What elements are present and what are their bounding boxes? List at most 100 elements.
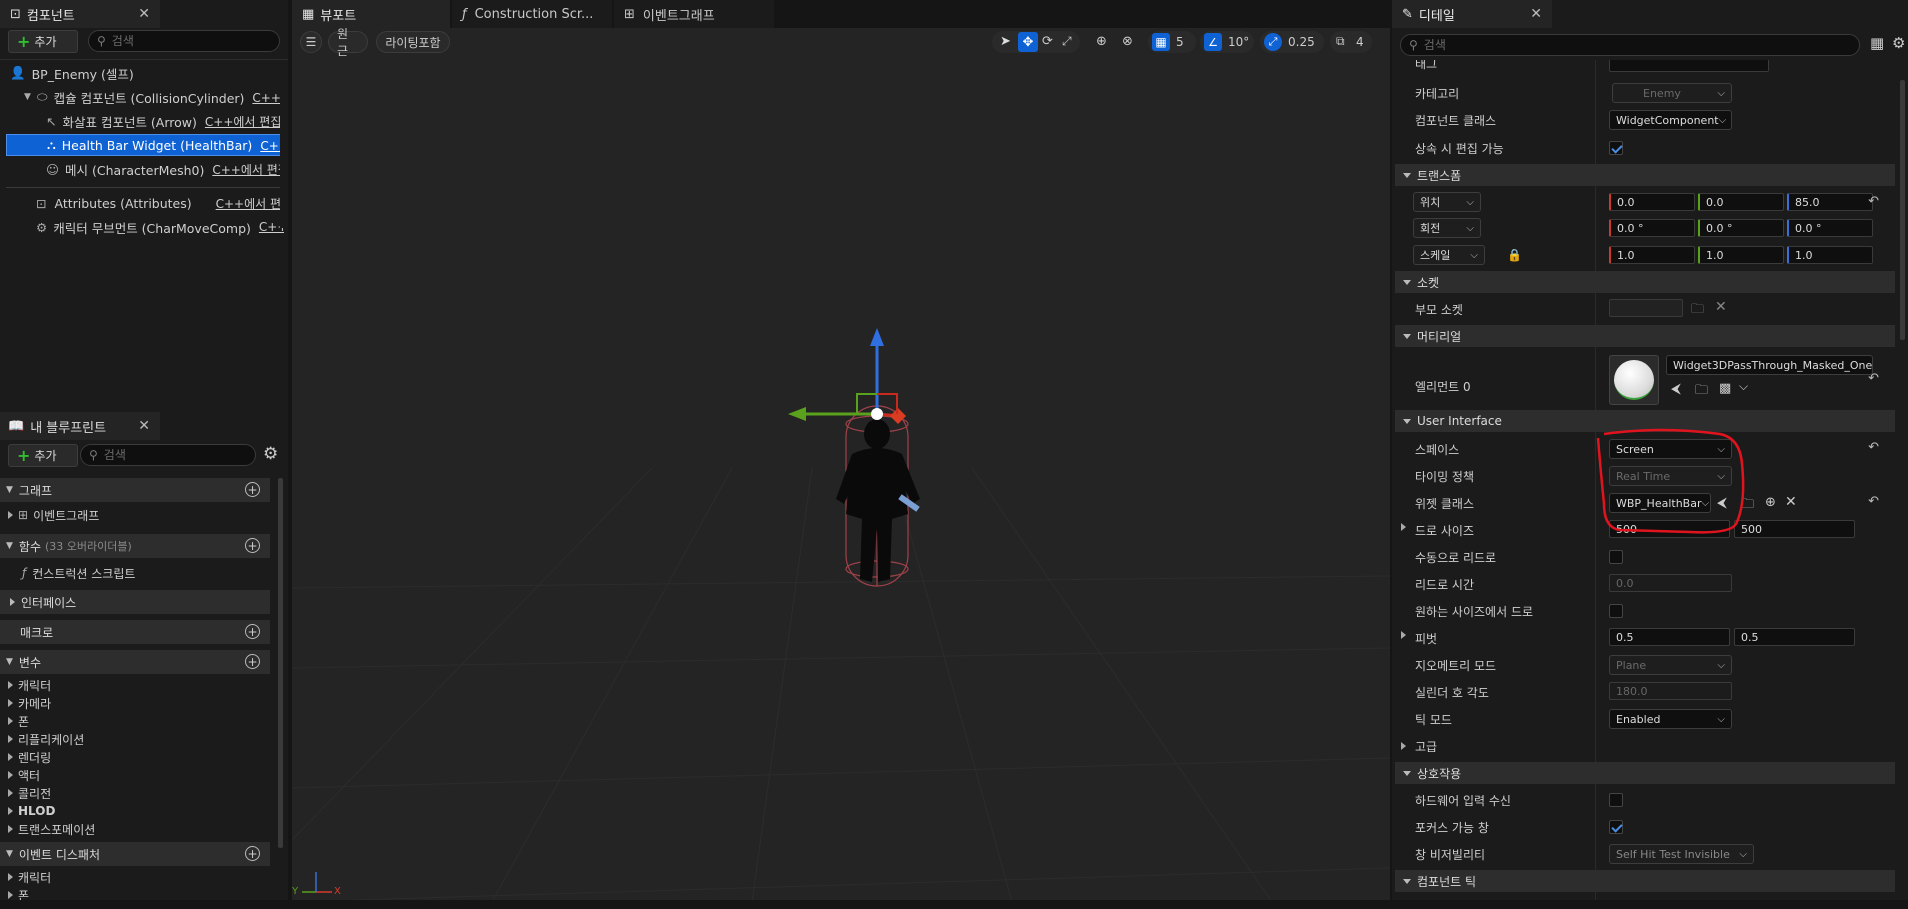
advanced-row[interactable]: 고급 [1395,735,1895,757]
edit-in-cpp-link[interactable]: C++에서 편집 [205,113,281,130]
viewport[interactable]: ☰ 원근 라이팅포함 ➤ ✥ ⟳ ⤢ ⊕ ⊗ ▦ 5 ∠ 10° ⤢ 0.25 … [292,28,1390,902]
rotation-y-input[interactable]: 0.0 ° [1698,219,1784,237]
character-preview[interactable] [780,314,980,614]
viewport-menu-button[interactable]: ☰ [300,31,322,53]
camera-icon[interactable]: ⧉ [1336,34,1345,49]
tick-mode-select[interactable]: Enabled ⌵ [1609,709,1732,729]
add-circle-icon[interactable]: + [245,482,260,497]
location-z-input[interactable]: 85.0 [1787,193,1873,211]
add-component-button[interactable]: + 추가 [8,30,78,53]
select-icon[interactable]: ➤ [1000,34,1011,49]
variable-category[interactable]: HLOD [8,802,55,820]
editable-checkbox[interactable] [1609,141,1623,155]
add-circle-icon[interactable]: ⊕ [1765,495,1776,510]
variable-category[interactable]: 트랜스포메이션 [8,820,95,838]
close-icon[interactable]: ✕ [138,418,150,434]
camera-speed-value[interactable]: 4 [1356,35,1364,49]
variable-category[interactable]: 액터 [8,766,40,784]
reset-icon[interactable]: ↶ [1868,194,1879,209]
graph-section[interactable]: ▼ 그래프 + [0,478,270,502]
variable-category[interactable]: 콜리전 [8,784,51,802]
component-item-mesh[interactable]: ☺ 메시 (CharacterMesh0) C++에서 편집 [0,158,284,180]
variable-category[interactable]: 렌더링 [8,748,51,766]
add-circle-icon[interactable]: + [245,654,260,669]
hardware-checkbox[interactable] [1609,793,1623,807]
redraw-time-input[interactable]: 0.0 [1609,574,1732,592]
transform-section[interactable]: 트랜스폼 [1395,164,1895,186]
draw-size-y-input[interactable]: 500 [1734,520,1855,538]
grid-snap-value[interactable]: 5 [1176,35,1184,49]
transform-gizmo[interactable] [788,328,906,424]
tab-construction-script[interactable]: ƒ Construction Scr... [452,0,612,28]
blueprint-search[interactable]: ⚲ [80,444,256,466]
browse-folder-icon[interactable]: 🗀 [1695,381,1708,403]
blueprint-scrollbar[interactable] [278,478,283,848]
variable-category[interactable]: 캐릭터 [8,676,51,694]
component-item-healthbar[interactable]: ⛬ Health Bar Widget (HealthBar) C++에서 [6,134,284,156]
pivot-y-input[interactable]: 0.5 [1734,628,1855,646]
add-circle-icon[interactable]: + [245,624,260,639]
use-selected-icon[interactable]: ⮜ [1671,381,1681,397]
scale-z-input[interactable]: 1.0 [1787,246,1873,264]
components-search-input[interactable] [111,34,258,48]
angle-snap-value[interactable]: 10° [1228,35,1249,49]
angle-snap-icon[interactable]: ∠ [1204,33,1222,51]
location-mode-select[interactable]: 위치 ⌵ [1413,192,1481,212]
scale-mode-select[interactable]: 스케일 ⌵ [1413,245,1485,265]
lock-icon[interactable]: 🔒 [1507,248,1522,262]
socket-section[interactable]: 소켓 [1395,271,1895,293]
reset-icon[interactable]: ↶ [1868,371,1879,386]
material-section[interactable]: 머티리얼 [1395,325,1895,347]
close-icon[interactable]: ✕ [138,6,150,22]
grid-snap-icon[interactable]: ▦ [1152,33,1170,51]
component-item-capsule[interactable]: ▼ ⬭ 캡슐 컴포넌트 (CollisionCylinder) C++에서 [0,86,284,108]
move-icon[interactable]: ✥ [1018,32,1038,52]
checker-icon[interactable]: ▩ [1719,381,1731,396]
lighting-button[interactable]: 라이팅포함 [376,31,450,53]
rotate-icon[interactable]: ⟳ [1042,34,1053,49]
variables-section[interactable]: ▼ 변수 + [0,650,270,674]
tab-viewport[interactable]: ▦ 뷰포트 [292,0,450,28]
blueprint-tab[interactable]: 📖 내 블루프린트 ✕ [0,412,160,440]
perspective-button[interactable]: 원근 [328,28,368,58]
tab-eventgraph[interactable]: ⊞ 이벤트그래프 [614,0,774,28]
category-select[interactable]: Enemy ⌵ [1612,83,1732,103]
world-local-icon[interactable]: ⊕ [1096,34,1107,49]
material-thumbnail[interactable] [1609,355,1659,405]
scale-x-input[interactable]: 1.0 [1609,246,1695,264]
add-circle-icon[interactable]: + [245,538,260,553]
component-item-movement[interactable]: ⚙ 캐릭터 무브먼트 (CharMoveComp) C++C [0,216,284,238]
clear-icon[interactable]: ✕ [1715,299,1727,315]
construction-item[interactable]: ƒ 컨스트럭션 스크립트 [22,564,135,582]
expand-arrow-icon[interactable] [1401,742,1406,750]
rotation-z-input[interactable]: 0.0 ° [1787,219,1873,237]
manual-redraw-checkbox[interactable] [1609,550,1623,564]
variable-category[interactable]: 리플리케이션 [8,730,84,748]
interface-section[interactable]: 인터페이스 [0,590,270,614]
tab-details[interactable]: ✎ 디테일 ✕ [1392,0,1552,28]
geometry-select[interactable]: Plane ⌵ [1609,655,1732,675]
functions-section[interactable]: ▼ 함수 (33 오버라이더블) + [0,534,270,558]
clear-icon[interactable]: ✕ [1785,494,1797,510]
edit-in-cpp-link[interactable]: C++에서 편집 [212,161,284,178]
desired-size-checkbox[interactable] [1609,604,1623,618]
reset-icon[interactable]: ↶ [1868,440,1879,455]
collapse-chevron-icon[interactable]: ▼ [24,92,31,102]
blueprint-search-input[interactable] [103,448,237,462]
parent-socket-input[interactable] [1609,299,1683,317]
gear-icon[interactable]: ⚙ [1892,34,1905,52]
scale-icon[interactable]: ⤢ [1062,34,1072,49]
add-circle-icon[interactable]: + [245,846,260,861]
component-tick-section[interactable]: 컴포넌트 틱 [1395,870,1895,892]
scale-snap-icon[interactable]: ⤢ [1264,33,1282,51]
interaction-section[interactable]: 상호작용 [1395,762,1895,784]
details-search-input[interactable] [1423,38,1784,52]
details-scrollbar[interactable] [1900,80,1905,340]
tab-components[interactable]: ⊡ 컴포넌트 ✕ [0,0,160,28]
scale-y-input[interactable]: 1.0 [1698,246,1784,264]
components-search[interactable]: ⚲ [88,30,280,52]
location-x-input[interactable]: 0.0 [1609,193,1695,211]
expand-arrow-icon[interactable] [1401,631,1406,639]
variable-category[interactable]: 카메라 [8,694,51,712]
add-blueprint-button[interactable]: + 추가 [8,444,78,467]
